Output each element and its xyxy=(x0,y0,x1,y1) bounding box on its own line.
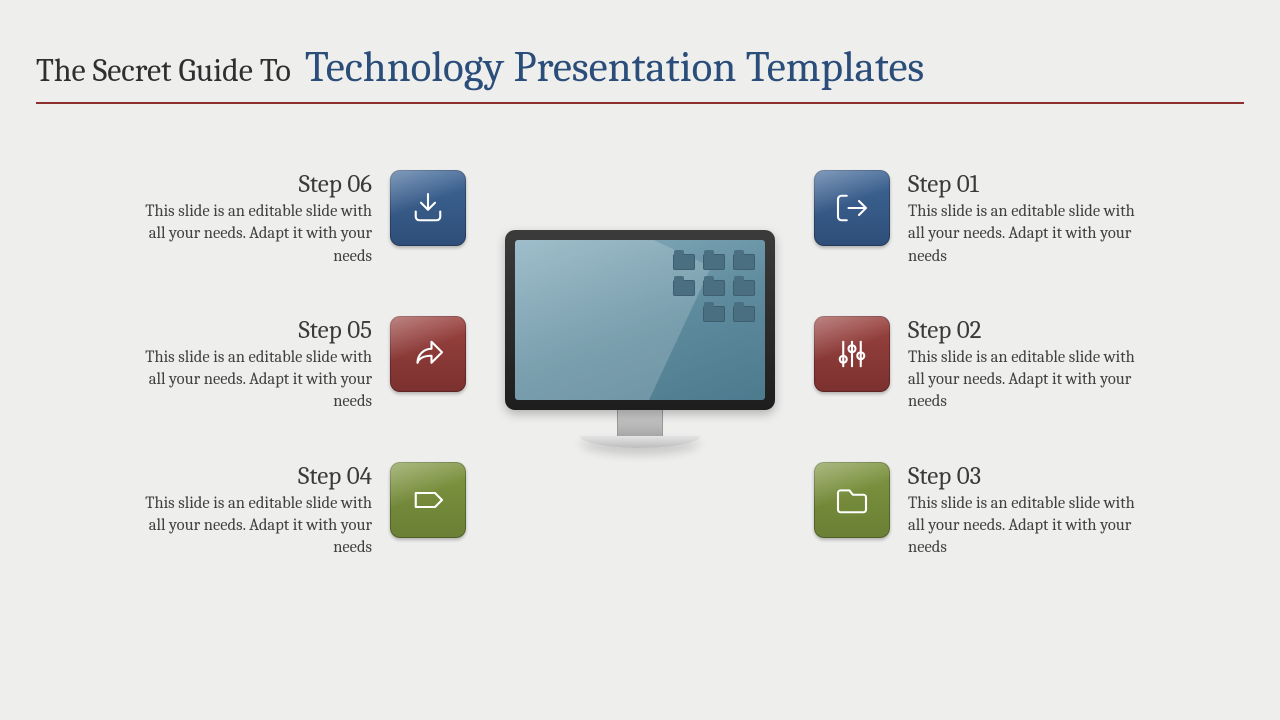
step-title: Step 05 xyxy=(126,316,372,345)
content-stage: Step 06 This slide is an editable slide … xyxy=(0,160,1280,680)
right-column: Step 01 This slide is an editable slide … xyxy=(814,160,1154,559)
center-graphic xyxy=(490,160,790,448)
step-desc: This slide is an editable slide with all… xyxy=(126,347,372,414)
computer-monitor-icon xyxy=(505,230,775,448)
step-desc: This slide is an editable slide with all… xyxy=(908,201,1154,268)
folder-icon xyxy=(814,462,890,538)
step-title: Step 01 xyxy=(908,170,1154,199)
title-divider xyxy=(36,102,1244,104)
title-main: Technology Presentation Templates xyxy=(305,42,924,92)
step-item-01: Step 01 This slide is an editable slide … xyxy=(814,170,1154,268)
step-title: Step 03 xyxy=(908,462,1154,491)
sliders-icon xyxy=(814,316,890,392)
exit-arrow-icon xyxy=(814,170,890,246)
title-prefix: The Secret Guide To xyxy=(36,52,291,89)
step-desc: This slide is an editable slide with all… xyxy=(908,493,1154,560)
step-item-02: Step 02 This slide is an editable slide … xyxy=(814,316,1154,414)
step-title: Step 02 xyxy=(908,316,1154,345)
step-desc: This slide is an editable slide with all… xyxy=(126,201,372,268)
title-bar: The Secret Guide To Technology Presentat… xyxy=(36,42,1244,104)
step-desc: This slide is an editable slide with all… xyxy=(908,347,1154,414)
download-tray-icon xyxy=(390,170,466,246)
left-column: Step 06 This slide is an editable slide … xyxy=(126,160,466,559)
share-arrow-icon xyxy=(390,316,466,392)
step-item-04: Step 04 This slide is an editable slide … xyxy=(126,462,466,560)
tag-icon xyxy=(390,462,466,538)
step-item-03: Step 03 This slide is an editable slide … xyxy=(814,462,1154,560)
step-title: Step 04 xyxy=(126,462,372,491)
step-title: Step 06 xyxy=(126,170,372,199)
step-item-06: Step 06 This slide is an editable slide … xyxy=(126,170,466,268)
step-desc: This slide is an editable slide with all… xyxy=(126,493,372,560)
step-item-05: Step 05 This slide is an editable slide … xyxy=(126,316,466,414)
